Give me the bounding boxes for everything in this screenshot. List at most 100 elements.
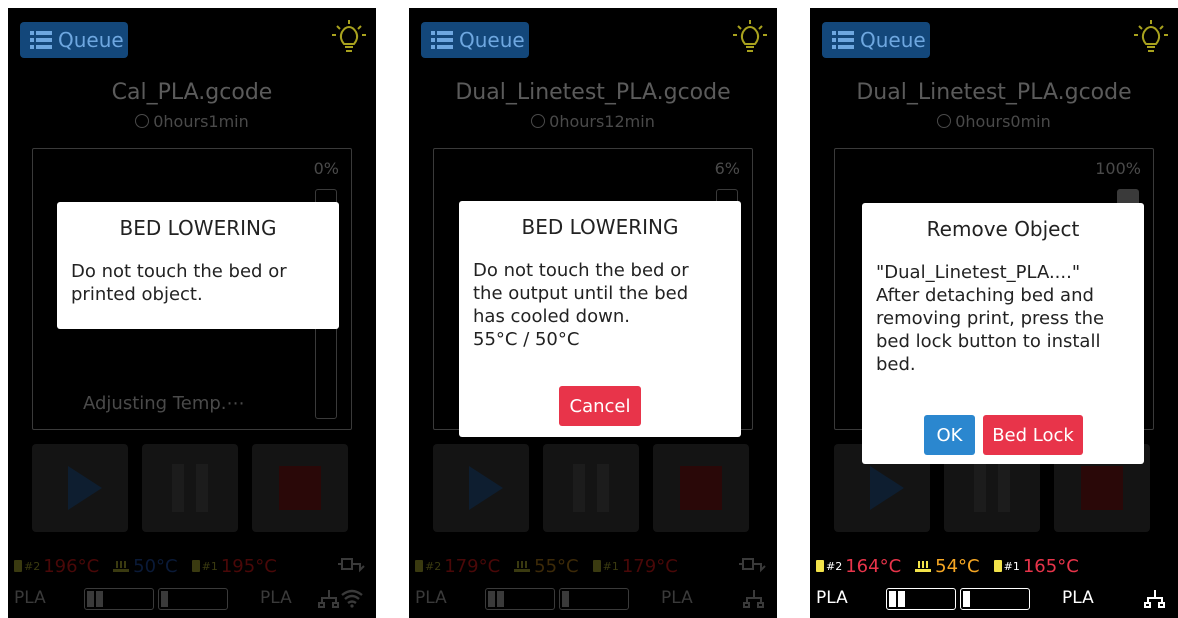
play-button[interactable] bbox=[32, 444, 128, 532]
filament-left: PLA bbox=[415, 588, 447, 608]
network-icon bbox=[318, 590, 339, 608]
clock-icon bbox=[531, 114, 546, 128]
nozzle1-label: #1 bbox=[1003, 559, 1020, 573]
bed-temp: 55°C bbox=[534, 555, 579, 577]
network-icon bbox=[1144, 590, 1165, 608]
print-time-value: 0hours12min bbox=[549, 112, 655, 131]
clock-icon bbox=[135, 114, 150, 128]
clock-icon bbox=[937, 114, 952, 128]
lightbulb-icon[interactable] bbox=[332, 20, 366, 56]
nozzle-icon bbox=[191, 560, 200, 572]
filament-bar: PLA PLA bbox=[8, 586, 376, 612]
dialog-title: BED LOWERING bbox=[119, 216, 277, 240]
print-time-value: 0hours1min bbox=[153, 112, 249, 131]
heated-bed-icon bbox=[113, 560, 130, 572]
pause-button[interactable] bbox=[142, 444, 238, 532]
stop-icon bbox=[680, 466, 722, 510]
printer-screen-2: Queue Dual_Linetest_PLA.gcode 0hours12mi… bbox=[409, 8, 777, 618]
dialog-title: Remove Object bbox=[926, 217, 1080, 241]
stop-button[interactable] bbox=[252, 444, 348, 532]
nozzle-icon bbox=[415, 560, 423, 572]
dialog-message: Do not touch the bed or the output until… bbox=[473, 260, 689, 350]
filament-spool-icon bbox=[158, 588, 228, 610]
print-time: 0hours0min bbox=[810, 112, 1178, 131]
pause-button[interactable] bbox=[543, 444, 639, 532]
nozzle1-label: #1 bbox=[602, 559, 619, 573]
progress-percent: 0% bbox=[313, 159, 339, 178]
dialog-title: BED LOWERING bbox=[521, 215, 679, 239]
queue-button[interactable]: Queue bbox=[822, 22, 930, 58]
cancel-button[interactable]: Cancel bbox=[559, 386, 641, 426]
network-icon bbox=[743, 590, 764, 608]
bed-temp: 54°C bbox=[935, 555, 980, 577]
filament-left: PLA bbox=[14, 588, 46, 608]
filament-spool-icon bbox=[960, 588, 1030, 610]
play-icon bbox=[68, 466, 102, 510]
print-time: 0hours1min bbox=[8, 112, 376, 131]
filament-left: PLA bbox=[816, 588, 848, 608]
nozzle2-label: #2 bbox=[826, 559, 843, 573]
list-icon bbox=[30, 31, 52, 49]
stop-icon bbox=[279, 466, 321, 510]
nozzle1-label: #1 bbox=[201, 559, 218, 573]
play-icon bbox=[469, 466, 503, 510]
progress-percent: 100% bbox=[1095, 159, 1141, 178]
nozzle-icon bbox=[592, 560, 601, 572]
bed-lowering-dialog: BED LOWERING Do not touch the bed or the… bbox=[459, 201, 741, 437]
temperature-bar: #2 179°C 55°C #1 179°C bbox=[409, 554, 777, 578]
print-time-value: 0hours0min bbox=[955, 112, 1051, 131]
heated-bed-icon bbox=[514, 560, 531, 572]
filament-right: PLA bbox=[260, 588, 292, 608]
nozzle1-temp: 179°C bbox=[621, 555, 678, 577]
print-time: 0hours12min bbox=[409, 112, 777, 131]
nozzle2-label: #2 bbox=[24, 559, 41, 573]
nozzle2-label: #2 bbox=[425, 559, 442, 573]
queue-label: Queue bbox=[459, 28, 525, 52]
stop-icon bbox=[1081, 466, 1123, 510]
filament-spool-icon bbox=[886, 588, 956, 610]
temperature-bar: #2 196°C 50°C #1 195°C bbox=[8, 554, 376, 578]
filament-right: PLA bbox=[1062, 588, 1094, 608]
queue-label: Queue bbox=[58, 28, 124, 52]
nozzle2-temp: 164°C bbox=[845, 555, 902, 577]
printer-screen-3: Queue Dual_Linetest_PLA.gcode 0hours0min… bbox=[810, 8, 1178, 618]
filament-spool-icon bbox=[559, 588, 629, 610]
usb-plug-icon bbox=[739, 558, 766, 573]
filament-bar: PLA PLA bbox=[810, 586, 1178, 612]
file-name: Dual_Linetest_PLA.gcode bbox=[455, 80, 731, 105]
queue-button[interactable]: Queue bbox=[421, 22, 529, 58]
dialog-message: "Dual_Linetest_PLA...." After detaching … bbox=[876, 262, 1105, 375]
usb-plug-icon bbox=[338, 558, 365, 573]
printer-screen-1: Queue Cal_PLA.gcode 0hours1min 0% Adjust… bbox=[8, 8, 376, 618]
filament-bar: PLA PLA bbox=[409, 586, 777, 612]
nozzle-icon bbox=[993, 560, 1002, 572]
ok-button[interactable]: OK bbox=[924, 415, 975, 455]
play-icon bbox=[870, 466, 904, 510]
nozzle1-temp: 165°C bbox=[1022, 555, 1079, 577]
heated-bed-icon bbox=[915, 560, 932, 572]
nozzle2-temp: 196°C bbox=[43, 555, 100, 577]
file-name: Cal_PLA.gcode bbox=[111, 80, 273, 105]
queue-button[interactable]: Queue bbox=[20, 22, 128, 58]
nozzle1-temp: 195°C bbox=[220, 555, 277, 577]
progress-percent: 6% bbox=[714, 159, 740, 178]
nozzle2-temp: 179°C bbox=[444, 555, 501, 577]
filament-spool-icon bbox=[84, 588, 154, 610]
list-icon bbox=[431, 31, 453, 49]
filament-spool-icon bbox=[485, 588, 555, 610]
file-name: Dual_Linetest_PLA.gcode bbox=[856, 80, 1132, 105]
lightbulb-icon[interactable] bbox=[733, 20, 767, 56]
wifi-icon bbox=[341, 589, 363, 608]
bed-temp: 50°C bbox=[133, 555, 178, 577]
bed-lock-button[interactable]: Bed Lock bbox=[983, 415, 1083, 455]
dialog-message: Do not touch the bed or printed object. bbox=[71, 261, 287, 305]
play-button[interactable] bbox=[433, 444, 529, 532]
filament-right: PLA bbox=[661, 588, 693, 608]
list-icon bbox=[832, 31, 854, 49]
temperature-bar: #2 164°C 54°C #1 165°C bbox=[810, 554, 1178, 578]
queue-label: Queue bbox=[860, 28, 926, 52]
nozzle-icon bbox=[816, 560, 824, 572]
lightbulb-icon[interactable] bbox=[1134, 20, 1168, 56]
remove-object-dialog: Remove Object "Dual_Linetest_PLA...." Af… bbox=[862, 203, 1144, 464]
stop-button[interactable] bbox=[653, 444, 749, 532]
